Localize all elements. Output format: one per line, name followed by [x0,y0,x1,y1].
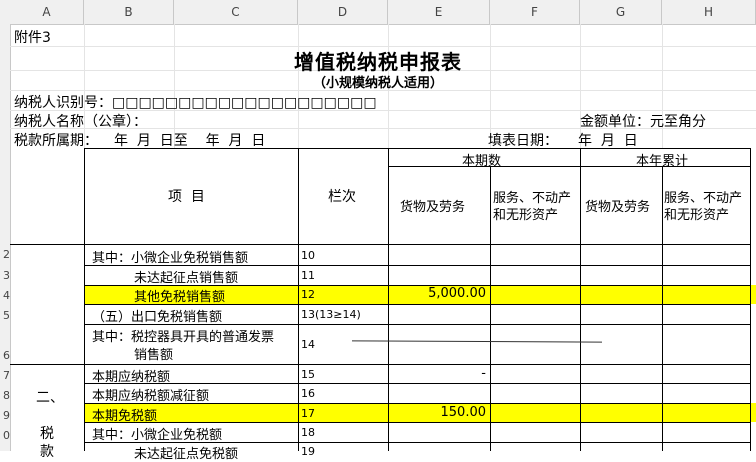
row-17-goods-value[interactable]: 150.00 [390,405,487,420]
row-10-item: 其中：小微企业免税销售额 [92,251,249,266]
tax-period-label: 税款所属期： [14,133,98,149]
taxpayer-name-label: 纳税人名称（公章）： [14,114,147,130]
page-title: 增值税纳税申报表 [294,50,462,74]
column-header-d[interactable]: D [298,0,388,24]
column-header-f[interactable]: F [490,0,580,24]
header-goods-services-current: 货物及劳务 [400,200,466,215]
taxpayer-id-label: 纳税人识别号：□□□□□□□□□□□□□□□□□□□□ [14,95,377,111]
column-header-c[interactable]: C [174,0,298,24]
fill-date-label: 填表日期： [488,133,558,149]
row-header[interactable]: 6 [0,350,10,362]
row-14-item-line1: 其中：税控器具开具的普通发票 [92,330,275,345]
header-goods-services-year: 货物及劳务 [585,200,651,215]
row-12-no: 12 [301,288,315,301]
row-17-no: 17 [301,407,315,420]
row-15-no: 15 [301,368,315,381]
amount-unit-label: 金额单位：元至角分 [580,114,706,130]
row-16-no: 16 [301,387,315,400]
column-header-h[interactable]: H [662,0,756,24]
header-current-period: 本期数 [462,154,502,169]
row-11-no: 11 [301,269,315,282]
header-services-year-2: 和无形资产 [664,208,730,223]
row-10-no: 10 [301,249,315,262]
row-header[interactable]: 9 [0,410,10,422]
section-label-2: 税 [40,426,54,442]
pen-strike-mark [351,340,603,343]
row-header[interactable]: 2 [0,249,10,261]
header-col-no: 栏次 [328,189,356,205]
fill-date-value: 年 月 日 [578,133,638,149]
row-18-item: 其中：小微企业免税额 [92,428,223,443]
row-header[interactable]: 3 [0,270,10,282]
section-label-3: 款 [40,444,54,460]
row-19-no: 19 [301,445,315,458]
row-15-item: 本期应纳税额 [92,370,171,385]
column-header-g[interactable]: G [580,0,662,24]
column-header-b[interactable]: B [84,0,174,24]
row-15-goods-value[interactable]: - [390,366,486,381]
row-12-goods-value[interactable]: 5,000.00 [390,286,486,301]
row-13-item: （五）出口免税销售额 [92,310,223,325]
row-header[interactable]: 4 [0,290,10,302]
row-14-no: 14 [301,338,315,351]
row-header[interactable]: 0 [0,430,10,442]
row-17-item: 本期免税额 [92,409,158,424]
column-header-a[interactable]: A [10,0,84,24]
row-12-item: 其他免税销售额 [134,290,226,305]
row-11-item: 未达起征点销售额 [134,271,239,286]
page-subtitle: （小规模纳税人适用） [312,76,443,91]
attachment-label: 附件3 [14,30,51,46]
column-header-bar: A B C D E F G H [0,0,756,25]
row-18-no: 18 [301,426,315,439]
row-19-item: 未达起征点免税额 [134,447,239,462]
header-year-total: 本年累计 [636,154,689,169]
row-16-item: 本期应纳税额减征额 [92,389,210,404]
column-header-e[interactable]: E [388,0,490,24]
row-header[interactable]: 7 [0,370,10,382]
row-14-item-line2: 销售额 [134,348,174,363]
tax-period-value: 年 月 日至 年 月 日 [114,133,266,149]
header-item: 项 目 [168,189,205,205]
section-label-1: 二、 [36,390,64,406]
row-header[interactable]: 5 [0,310,10,322]
header-services-current-2: 和无形资产 [493,208,559,223]
row-header[interactable]: 8 [0,390,10,402]
row-13-no: 13(13≥14) [301,308,361,321]
